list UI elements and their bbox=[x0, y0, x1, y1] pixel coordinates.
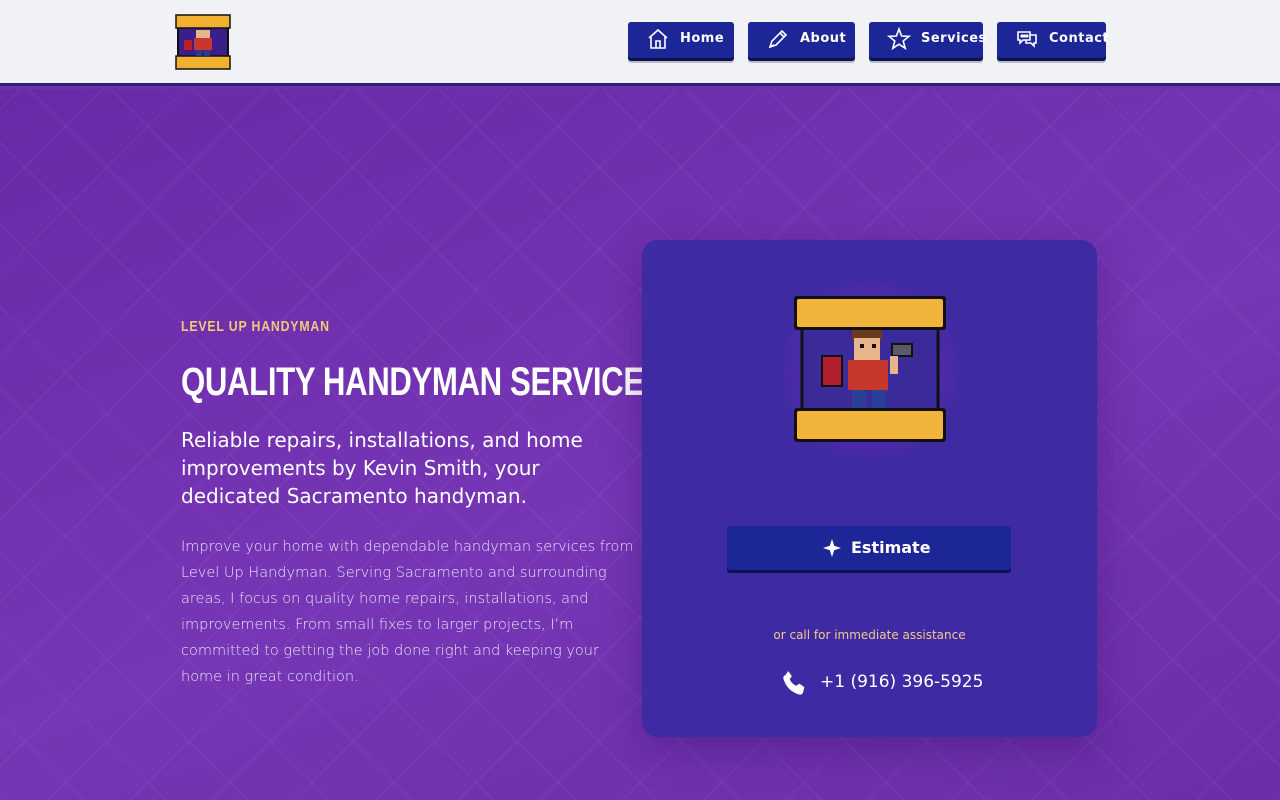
star-icon bbox=[887, 27, 911, 51]
hero-subtitle: Reliable repairs, installations, and hom… bbox=[181, 428, 583, 508]
brand-logo[interactable] bbox=[174, 14, 232, 70]
phone-icon bbox=[783, 671, 805, 695]
nav-contact-button[interactable]: Contact bbox=[997, 22, 1110, 58]
phone-number: +1 (916) 396-5925 bbox=[820, 672, 984, 692]
brand-logo-large bbox=[794, 296, 946, 442]
chat-bubbles-icon bbox=[1017, 31, 1037, 48]
hero-body: Improve your home with dependable handym… bbox=[181, 539, 634, 685]
nav-services-button[interactable]: Services bbox=[869, 22, 986, 58]
site-header: Home About Services Contact bbox=[0, 0, 1280, 86]
estimate-card: Estimate or call for immediate assistanc… bbox=[642, 240, 1097, 737]
hero-title: QUALITY HANDYMAN SERVICES bbox=[181, 360, 665, 404]
nav-home-button[interactable]: Home bbox=[628, 22, 734, 58]
nav-home-label: Home bbox=[680, 31, 725, 46]
hero-eyebrow: LEVEL UP HANDYMAN bbox=[181, 318, 330, 335]
sparkle-icon bbox=[823, 539, 841, 557]
call-note: or call for immediate assistance bbox=[773, 628, 966, 642]
estimate-button[interactable]: Estimate bbox=[727, 526, 1011, 570]
estimate-label: Estimate bbox=[851, 538, 931, 557]
pencil-icon bbox=[768, 29, 788, 49]
nav-contact-label: Contact bbox=[1049, 31, 1110, 46]
house-icon bbox=[648, 28, 668, 49]
nav-services-label: Services bbox=[921, 31, 987, 46]
nav-about-button[interactable]: About bbox=[748, 22, 855, 58]
nav-about-label: About bbox=[800, 31, 847, 46]
